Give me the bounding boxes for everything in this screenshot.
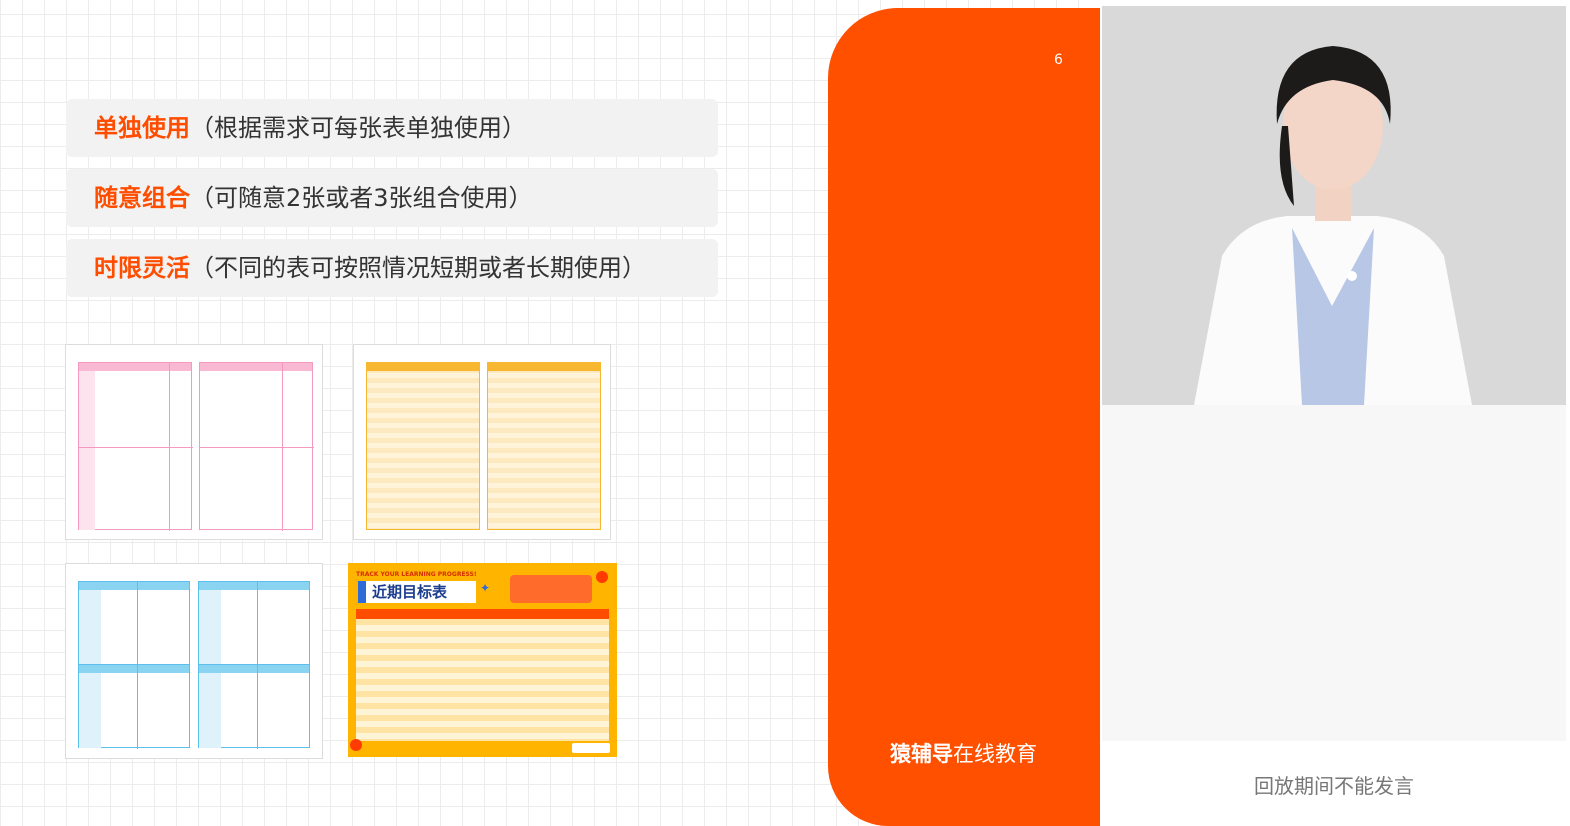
rule-key: 时限灵活 (94, 254, 190, 282)
logo-badge (572, 743, 610, 753)
blue-table (78, 664, 190, 749)
blue-plan-sheet-thumbnail (65, 563, 323, 759)
brand-logo: 猿辅导在线教育 (890, 738, 1037, 768)
slide-page-number: 6 (1054, 52, 1063, 68)
pink-table (199, 362, 314, 531)
pink-plan-sheet-thumbnail (65, 344, 323, 540)
rule-desc: （不同的表可按照情况短期或者长期使用） (190, 254, 646, 282)
chat-disabled-notice: 回放期间不能发言 (1254, 774, 1414, 798)
target-sheet-thumbnail: TRACK YOUR LEARNING PROGRESS! 近期目标表 ✦ (348, 563, 617, 757)
burst-icon (350, 739, 362, 751)
blue-table (198, 581, 310, 666)
sun-icon (596, 571, 608, 583)
target-info-box (510, 575, 592, 603)
target-title: 近期目标表 (358, 581, 476, 603)
blue-table (78, 581, 190, 666)
rule-item: 时限灵活（不同的表可按照情况短期或者长期使用） (66, 239, 718, 297)
sparkle-icon: ✦ (480, 581, 491, 595)
rule-key: 随意组合 (94, 184, 190, 212)
rule-item: 单独使用（根据需求可每张表单独使用） (66, 99, 718, 157)
teacher-video (1102, 6, 1566, 405)
rule-desc: （根据需求可每张表单独使用） (190, 114, 526, 142)
pink-table (78, 362, 193, 531)
rule-item: 随意组合（可随意2张或者3张组合使用） (66, 169, 718, 227)
yellow-schedule-thumbnail (353, 344, 611, 540)
rule-key: 单独使用 (94, 114, 190, 142)
brand-panel (828, 8, 1100, 826)
blue-table (198, 664, 310, 749)
target-table-header (356, 609, 609, 619)
rule-desc: （可随意2张或者3张组合使用） (190, 184, 533, 212)
yellow-table (487, 362, 601, 530)
yellow-table (366, 362, 480, 530)
target-banner: TRACK YOUR LEARNING PROGRESS! (356, 571, 477, 578)
target-table-body (356, 619, 609, 741)
brand-bold: 猿辅导 (890, 742, 953, 766)
brand-rest: 在线教育 (953, 742, 1037, 766)
teacher-avatar-icon (1102, 6, 1566, 405)
chat-area (1102, 405, 1566, 741)
